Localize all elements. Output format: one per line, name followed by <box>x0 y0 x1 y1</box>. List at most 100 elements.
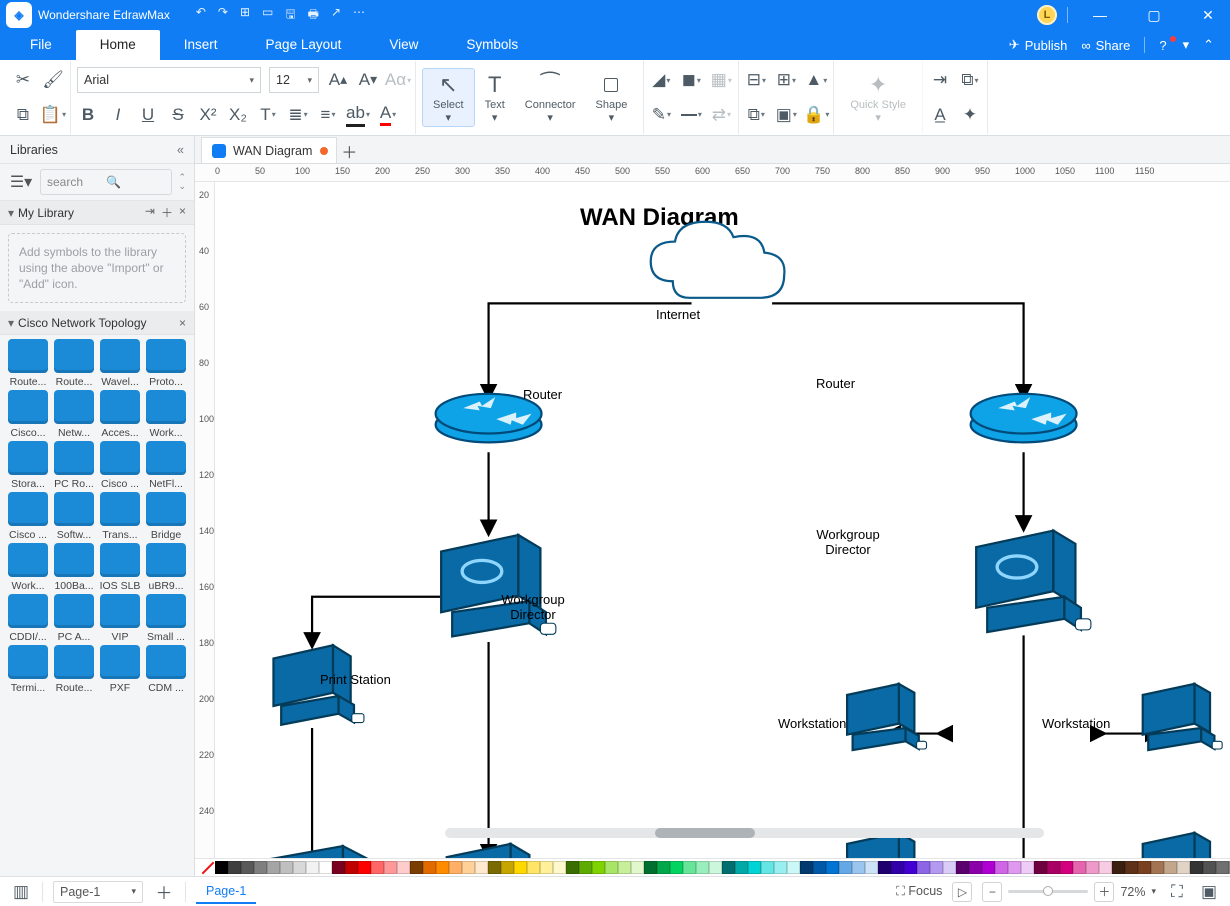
close-section-icon[interactable]: × <box>179 204 186 221</box>
color-swatch[interactable] <box>761 861 774 874</box>
color-swatch[interactable] <box>1125 861 1138 874</box>
color-swatch[interactable] <box>605 861 618 874</box>
color-swatch[interactable] <box>956 861 969 874</box>
color-swatch[interactable] <box>1034 861 1047 874</box>
color-swatch[interactable] <box>241 861 254 874</box>
play-button[interactable]: ▷ <box>952 882 972 902</box>
font-size-combo[interactable]: 12▾ <box>269 67 319 93</box>
color-swatch[interactable] <box>1138 861 1151 874</box>
align-icon[interactable]: ⊟▾ <box>745 69 767 91</box>
library-item[interactable]: 100Ba... <box>52 543 96 592</box>
library-item[interactable]: Proto... <box>144 339 188 388</box>
color-swatch[interactable] <box>410 861 423 874</box>
color-swatch[interactable] <box>514 861 527 874</box>
color-swatch[interactable] <box>878 861 891 874</box>
color-swatch[interactable] <box>943 861 956 874</box>
library-item[interactable]: Stora... <box>6 441 50 490</box>
add-icon[interactable]: ＋ <box>161 204 173 221</box>
increase-font-icon[interactable]: A▴ <box>327 69 349 91</box>
library-item[interactable]: Trans... <box>98 492 142 541</box>
shadow-icon[interactable]: ◼▾ <box>680 69 702 91</box>
font-color-icon[interactable]: A▾ <box>377 104 399 126</box>
tab-page-layout[interactable]: Page Layout <box>242 30 366 60</box>
bold-icon[interactable]: B <box>77 104 99 126</box>
color-swatch[interactable] <box>1099 861 1112 874</box>
library-item[interactable]: Small ... <box>144 594 188 643</box>
zoom-in-button[interactable]: ＋ <box>1094 882 1114 902</box>
color-swatch[interactable] <box>319 861 332 874</box>
crop-icon[interactable]: ⧉▾ <box>959 69 981 91</box>
fullscreen-icon[interactable]: ▣ <box>1198 881 1220 903</box>
color-swatch[interactable] <box>995 861 1008 874</box>
color-swatch[interactable] <box>332 861 345 874</box>
pick-color-icon[interactable]: A̲ <box>929 104 951 126</box>
gradient-icon[interactable]: ▦▾ <box>710 69 732 91</box>
library-item[interactable]: Route... <box>52 645 96 694</box>
document-tab[interactable]: WAN Diagram <box>201 137 337 163</box>
color-swatch[interactable] <box>1060 861 1073 874</box>
library-item[interactable]: Work... <box>144 390 188 439</box>
text-highlight-icon[interactable]: ab▾ <box>347 104 369 126</box>
color-swatch[interactable] <box>683 861 696 874</box>
font-name-combo[interactable]: Arial▾ <box>77 67 261 93</box>
zoom-out-button[interactable]: − <box>982 882 1002 902</box>
color-swatch[interactable] <box>267 861 280 874</box>
color-swatch[interactable] <box>436 861 449 874</box>
cisco-section-header[interactable]: ▾Cisco Network Topology× <box>0 311 194 335</box>
color-swatch[interactable] <box>1203 861 1216 874</box>
add-tab-button[interactable]: ＋ <box>337 139 361 163</box>
color-swatch[interactable] <box>826 861 839 874</box>
window-maximize-button[interactable]: ▢ <box>1132 7 1176 24</box>
color-swatch[interactable] <box>592 861 605 874</box>
focus-button[interactable]: ⛶ Focus <box>896 884 942 899</box>
color-swatch[interactable] <box>384 861 397 874</box>
fit-page-icon[interactable]: ⛶ <box>1166 881 1188 903</box>
library-item[interactable]: CDDI/... <box>6 594 50 643</box>
library-item[interactable]: Work... <box>6 543 50 592</box>
color-swatch[interactable] <box>462 861 475 874</box>
underline-icon[interactable]: U <box>137 104 159 126</box>
color-swatch[interactable] <box>969 861 982 874</box>
color-swatch[interactable] <box>787 861 800 874</box>
library-item[interactable]: Cisco ... <box>6 492 50 541</box>
color-swatch[interactable] <box>1021 861 1034 874</box>
library-item[interactable]: VIP <box>98 594 142 643</box>
color-swatch[interactable] <box>891 861 904 874</box>
open-icon[interactable]: ▭ <box>262 5 273 26</box>
outline-view-icon[interactable]: ▥ <box>10 881 32 903</box>
color-swatch[interactable] <box>553 861 566 874</box>
lock-icon[interactable]: 🔒▾ <box>805 104 827 126</box>
color-swatch[interactable] <box>540 861 553 874</box>
no-color-swatch[interactable] <box>201 861 215 875</box>
library-item[interactable]: Route... <box>6 339 50 388</box>
color-swatch[interactable] <box>449 861 462 874</box>
quick-style-button[interactable]: ✦Quick Style▾ <box>840 69 916 126</box>
connector-tool-button[interactable]: ⁀Connector▾ <box>515 69 586 126</box>
help-button[interactable]: ?▾ <box>1159 37 1189 53</box>
color-swatch[interactable] <box>1177 861 1190 874</box>
superscript-icon[interactable]: X² <box>197 104 219 126</box>
tab-file[interactable]: File <box>6 30 76 60</box>
color-swatch[interactable] <box>1073 861 1086 874</box>
library-item[interactable]: NetFl... <box>144 441 188 490</box>
color-swatch[interactable] <box>1216 861 1229 874</box>
line-spacing-icon[interactable]: ≡▾ <box>317 104 339 126</box>
color-swatch[interactable] <box>501 861 514 874</box>
library-nav-buttons[interactable]: ⌃⌄ <box>178 173 186 191</box>
page-label[interactable]: Page-1 <box>196 880 256 904</box>
tab-insert[interactable]: Insert <box>160 30 242 60</box>
decrease-font-icon[interactable]: A▾ <box>357 69 379 91</box>
color-swatch[interactable] <box>566 861 579 874</box>
color-swatch[interactable] <box>657 861 670 874</box>
color-swatch[interactable] <box>644 861 657 874</box>
color-swatch[interactable] <box>371 861 384 874</box>
add-page-button[interactable]: ＋ <box>153 881 175 903</box>
import-icon[interactable]: ⇥ <box>145 204 155 221</box>
text-tool-button[interactable]: TText▾ <box>475 69 515 126</box>
color-swatch[interactable] <box>423 861 436 874</box>
publish-button[interactable]: ✈ Publish <box>1009 37 1068 53</box>
my-library-section-header[interactable]: ▾My Library⇥＋× <box>0 201 194 225</box>
color-swatch[interactable] <box>1151 861 1164 874</box>
copy-icon[interactable]: ⧉ <box>12 104 34 126</box>
group-icon[interactable]: ⧉▾ <box>745 104 767 126</box>
